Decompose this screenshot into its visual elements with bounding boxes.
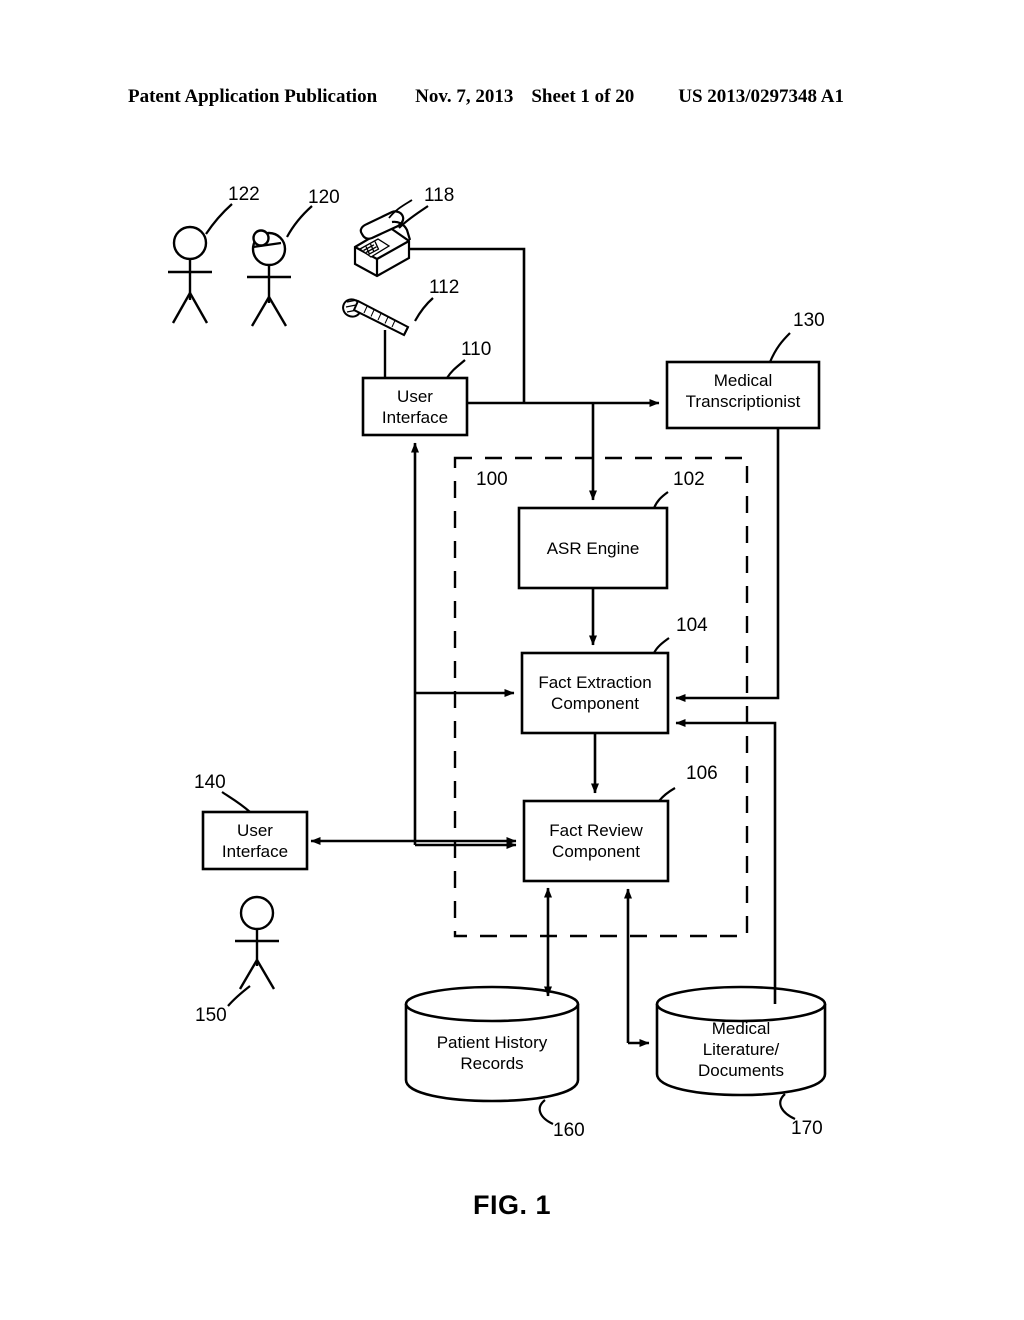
telephone-icon [353, 199, 413, 278]
ref-102: 102 [673, 469, 705, 490]
box-fact-review [522, 799, 670, 883]
figure-drawing [168, 199, 827, 1125]
box-asr-engine [517, 506, 669, 590]
box-fact-extraction [520, 651, 670, 735]
ref-118: 118 [424, 185, 455, 206]
ref-122: 122 [228, 184, 260, 205]
stick-figure-reviewer [235, 895, 279, 990]
ref-100: 100 [476, 469, 508, 490]
cylinder-patient-history [404, 985, 580, 1103]
ref-120: 120 [308, 187, 340, 208]
ref-112: 112 [429, 277, 460, 298]
box-user-interface-bottom [201, 810, 309, 871]
ref-140: 140 [194, 772, 226, 793]
ref-106: 106 [686, 763, 718, 784]
ref-104: 104 [676, 615, 708, 636]
box-medical-transcriptionist [665, 360, 821, 430]
stick-figure-patient [168, 225, 212, 324]
patent-figure-page: Patent Application Publication Nov. 7, 2… [0, 0, 1024, 1320]
stick-figure-clinician [247, 229, 291, 327]
box-user-interface-top [361, 376, 469, 437]
ref-150: 150 [195, 1005, 227, 1026]
ref-130: 130 [793, 310, 825, 331]
figure-caption: FIG. 1 [472, 1190, 551, 1220]
ref-170: 170 [791, 1118, 823, 1139]
ref-160: 160 [553, 1120, 585, 1141]
ref-110: 110 [461, 339, 492, 360]
microphone-icon [342, 298, 410, 337]
cylinder-medical-literature [655, 985, 827, 1097]
